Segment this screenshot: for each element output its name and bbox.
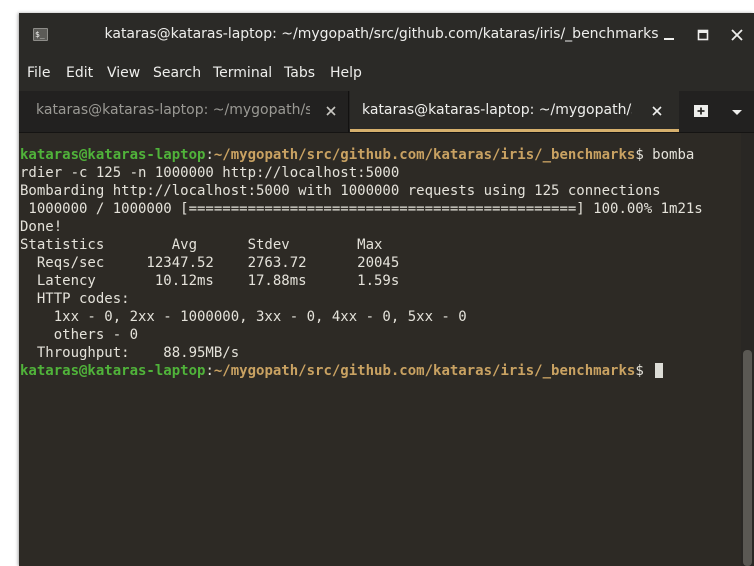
menu-bar: File Edit View Search Terminal Tabs Help — [19, 56, 754, 91]
terminal-line-progress: 1000000 / 1000000 [=====================… — [20, 201, 703, 217]
command-text: bomba — [652, 147, 695, 163]
menu-edit[interactable]: Edit — [66, 65, 93, 81]
menu-terminal[interactable]: Terminal — [213, 65, 272, 81]
text-cursor — [655, 363, 664, 378]
title-bar[interactable]: $_ kataras@kataras-laptop: ~/mygopath/sr… — [19, 13, 754, 56]
tab-2-close-icon[interactable] — [649, 103, 665, 119]
window-title: kataras@kataras-laptop: ~/mygopath/src/g… — [104, 26, 659, 42]
tab-2-label: kataras@kataras-laptop: ~/mygopath/src..… — [362, 102, 632, 118]
terminal-line-command-wrap: rdier -c 125 -n 1000000 http://localhost… — [20, 165, 400, 181]
menu-search[interactable]: Search — [153, 65, 201, 81]
minimize-icon[interactable] — [657, 23, 681, 47]
terminal-line: Reqs/sec 12347.52 2763.72 20045 — [20, 255, 400, 271]
prompt-symbol: $ — [635, 363, 653, 379]
scrollbar-thumb[interactable] — [743, 350, 752, 566]
terminal-line: others - 0 — [20, 327, 139, 343]
menu-help[interactable]: Help — [330, 65, 362, 81]
prompt-separator: : — [205, 147, 214, 163]
menu-view[interactable]: View — [107, 65, 140, 81]
terminal-line: Bombarding http://localhost:5000 with 10… — [20, 183, 661, 199]
tab-1[interactable]: kataras@kataras-laptop: ~/mygopath/src..… — [19, 91, 349, 132]
terminal-window: $_ kataras@kataras-laptop: ~/mygopath/sr… — [19, 13, 754, 566]
prompt-user: kataras@kataras-laptop — [20, 363, 206, 379]
terminal-line-stats-header: Statistics Avg Stdev Max — [20, 237, 383, 253]
terminal-line-prompt: kataras@kataras-laptop:~/mygopath/src/gi… — [20, 362, 664, 380]
terminal-line: HTTP codes: — [20, 291, 130, 307]
tab-1-close-icon[interactable] — [323, 103, 339, 119]
tab-1-label: kataras@kataras-laptop: ~/mygopath/src..… — [36, 102, 310, 118]
prompt-path: ~/mygopath/src/github.com/kataras/iris/_… — [213, 147, 636, 163]
terminal-line: Done! — [20, 219, 63, 235]
menu-tabs[interactable]: Tabs — [284, 65, 315, 81]
terminal-app-icon: $_ — [33, 28, 48, 41]
terminal-line: 1xx - 0, 2xx - 1000000, 3xx - 0, 4xx - 0… — [20, 309, 467, 325]
terminal-line: Throughput: 88.95MB/s — [20, 345, 240, 361]
new-tab-icon[interactable] — [689, 101, 713, 123]
prompt-symbol: $ — [635, 147, 653, 163]
menu-file[interactable]: File — [27, 65, 50, 81]
prompt-user: kataras@kataras-laptop — [20, 147, 206, 163]
tab-2[interactable]: kataras@kataras-laptop: ~/mygopath/src..… — [350, 91, 679, 132]
prompt-separator: : — [205, 363, 214, 379]
maximize-icon[interactable] — [691, 23, 715, 47]
scrollbar[interactable] — [741, 133, 754, 566]
tab-bar: kataras@kataras-laptop: ~/mygopath/src..… — [19, 91, 754, 133]
terminal-line: Latency 10.12ms 17.88ms 1.59s — [20, 273, 400, 289]
prompt-path: ~/mygopath/src/github.com/kataras/iris/_… — [213, 363, 636, 379]
close-window-icon[interactable] — [725, 23, 749, 47]
terminal-line-command: kataras@kataras-laptop:~/mygopath/src/gi… — [20, 146, 694, 164]
terminal-output[interactable]: kataras@kataras-laptop:~/mygopath/src/gi… — [19, 133, 741, 566]
tab-menu-chevron-down-icon[interactable] — [725, 101, 749, 123]
